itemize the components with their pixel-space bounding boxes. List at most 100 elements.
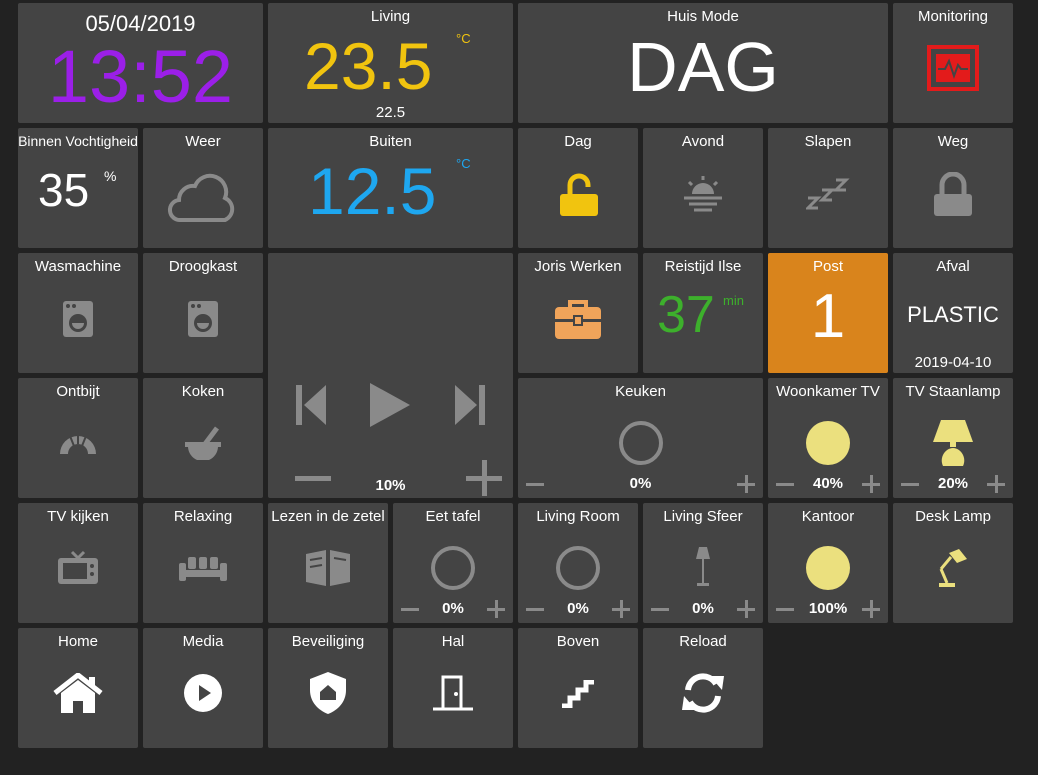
previous-track-icon[interactable] [296, 385, 328, 425]
tile-title: Kantoor [801, 508, 855, 525]
scene-tv-kijken-tile[interactable]: TV kijken [18, 503, 138, 623]
keuken-light-tile[interactable]: Keuken 0% [518, 378, 763, 498]
tile-title: Weer [185, 133, 221, 150]
tile-title: Koken [181, 383, 225, 400]
mode-dag-tile[interactable]: Dag [518, 128, 638, 248]
dim-up-button[interactable] [862, 475, 880, 493]
desk-lamp-icon [939, 549, 967, 587]
tile-title: Afval [936, 258, 970, 275]
waste-type: PLASTIC [907, 302, 999, 327]
outside-temperature-tile: Buiten 12.5 °C [268, 128, 513, 248]
eet-tafel-light-tile[interactable]: Eet tafel 0% [393, 503, 513, 623]
light-on-icon [806, 546, 850, 590]
post-count: 1 [810, 282, 846, 351]
dim-up-button[interactable] [862, 600, 880, 618]
time-label: 13:52 [47, 35, 234, 118]
tile-title: Reload [679, 633, 727, 650]
tile-title: Buiten [369, 133, 412, 150]
dim-up-button[interactable] [487, 600, 505, 618]
living-sfeer-light-tile[interactable]: Living Sfeer 0% [643, 503, 763, 623]
tile-title: Keuken [615, 383, 666, 400]
living-thermostat-tile[interactable]: Living 23.5 °C 22.5 [268, 3, 513, 123]
tile-title: Desk Lamp [915, 508, 991, 525]
dryer-icon [188, 301, 218, 337]
nav-reload-tile[interactable]: Reload [643, 628, 763, 748]
washing-machine-tile[interactable]: Wasmachine [18, 253, 138, 373]
tile-title: Weg [937, 133, 969, 150]
outside-temperature: 12.5 [308, 154, 437, 228]
monitoring-tile[interactable]: Monitoring [893, 3, 1013, 123]
post-tile: Post 1 [768, 253, 888, 373]
play-icon[interactable] [370, 383, 410, 427]
living-setpoint: 22.5 [375, 104, 406, 121]
tile-title: Wasmachine [34, 258, 122, 275]
woonkamer-tv-light-tile[interactable]: Woonkamer TV 40% [768, 378, 888, 498]
dim-level: 0% [629, 475, 652, 492]
table-lamp-icon [933, 420, 973, 466]
dim-up-button[interactable] [612, 600, 630, 618]
light-on-icon [806, 421, 850, 465]
house-mode-tile: Huis Mode DAG [518, 3, 888, 123]
cloud-icon [168, 173, 235, 223]
door-icon [433, 675, 473, 711]
travel-time-unit: min [723, 293, 744, 308]
temperature-unit: °C [456, 156, 471, 171]
tile-title: Ontbijt [56, 383, 100, 400]
nav-beveiliging-tile[interactable]: Beveiliging [268, 628, 388, 748]
monitor-pulse-icon [927, 45, 979, 91]
desk-lamp-tile[interactable]: Desk Lamp [893, 503, 1013, 623]
scene-relaxing-tile[interactable]: Relaxing [143, 503, 263, 623]
sunset-icon [684, 176, 722, 212]
volume-up-button[interactable] [466, 460, 502, 496]
media-player-tile: 10% [268, 253, 513, 498]
mode-slapen-tile[interactable]: Slapen [768, 128, 888, 248]
tile-title: Reistijd Ilse [664, 258, 742, 275]
tile-title: Relaxing [173, 508, 233, 525]
scene-koken-tile[interactable]: Koken [143, 378, 263, 498]
tv-icon [58, 550, 98, 584]
joris-werken-tile[interactable]: Joris Werken [518, 253, 638, 373]
light-off-icon [431, 546, 475, 590]
washing-machine-icon [63, 301, 93, 337]
tile-title: Living Sfeer [663, 508, 743, 525]
humidity-unit: % [104, 168, 117, 184]
weather-tile: Weer [143, 128, 263, 248]
tile-title: Avond [681, 133, 725, 150]
tile-title: TV Staanlamp [905, 383, 1001, 400]
tile-title: TV kijken [47, 508, 109, 525]
light-off-icon [618, 421, 663, 465]
nav-home-tile[interactable]: Home [18, 628, 138, 748]
tv-staanlamp-tile[interactable]: TV Staanlamp 20% [893, 378, 1013, 498]
dim-up-button[interactable] [737, 600, 755, 618]
house-mode-value: DAG [627, 28, 779, 106]
date-label: 05/04/2019 [85, 11, 196, 36]
dim-up-button[interactable] [987, 475, 1005, 493]
unlocked-padlock-icon [560, 173, 598, 216]
living-room-light-tile[interactable]: Living Room 0% [518, 503, 638, 623]
sleep-zzz-icon [806, 178, 850, 210]
dryer-tile[interactable]: Droogkast [143, 253, 263, 373]
scene-lezen-tile[interactable]: Lezen in de zetel [268, 503, 388, 623]
waste-tile: Afval PLASTIC 2019-04-10 [893, 253, 1013, 373]
croissant-icon [60, 433, 96, 454]
next-track-icon[interactable] [453, 385, 485, 425]
scene-ontbijt-tile[interactable]: Ontbijt [18, 378, 138, 498]
play-circle-icon [184, 674, 222, 712]
home-icon [53, 673, 103, 713]
mode-weg-tile[interactable]: Weg [893, 128, 1013, 248]
mode-avond-tile[interactable]: Avond [643, 128, 763, 248]
nav-hal-tile[interactable]: Hal [393, 628, 513, 748]
tile-title: Slapen [804, 133, 852, 150]
dim-up-button[interactable] [737, 475, 755, 493]
nav-boven-tile[interactable]: Boven [518, 628, 638, 748]
stairs-icon [562, 680, 594, 708]
tile-title: Joris Werken [534, 258, 622, 275]
sofa-icon [179, 557, 227, 581]
tile-title: Binnen Vochtigheid [18, 133, 138, 149]
waste-date: 2019-04-10 [914, 354, 992, 371]
tile-title: Lezen in de zetel [271, 508, 385, 525]
kantoor-light-tile[interactable]: Kantoor 100% [768, 503, 888, 623]
tile-title: Hal [441, 633, 465, 650]
tile-title: Huis Mode [667, 8, 739, 25]
nav-media-tile[interactable]: Media [143, 628, 263, 748]
